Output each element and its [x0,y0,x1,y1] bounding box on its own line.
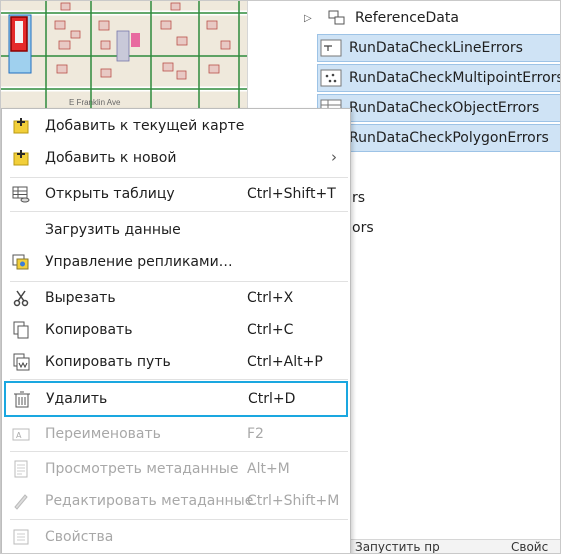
menu-view-metadata[interactable]: Просмотреть метаданные Alt+M [3,454,349,484]
menu-open-table[interactable]: Открыть таблицу Ctrl+Shift+T [3,179,349,209]
menu-edit-metadata[interactable]: Редактировать метаданные Ctrl+Shift+M [3,486,349,516]
menu-shortcut: Ctrl+Alt+P [247,354,323,370]
trash-icon [14,391,30,408]
menu-item-label: Удалить [46,391,108,407]
menu-item-label: Копировать [45,322,133,338]
svg-text:A: A [16,431,22,440]
add-data-icon [13,150,29,166]
menu-shortcut: F2 [247,426,264,442]
tree-item-label: RunDataCheckPolygonErrors [349,130,549,146]
menu-shortcut: Ctrl+X [247,290,294,306]
pencil-icon [14,494,28,510]
menu-item-label: Открыть таблицу [45,186,175,202]
menu-rename[interactable]: A Переименовать F2 [3,419,349,449]
menu-load-data[interactable]: Загрузить данные [3,215,349,245]
context-menu: Добавить к текущей карте Добавить к ново… [1,108,351,553]
menu-separator [10,211,348,212]
menu-item-label: Управление репликами… [45,254,233,270]
submenu-chevron-icon: › [331,148,337,166]
menu-copy-path[interactable]: Копировать путь Ctrl+Alt+P [3,347,349,377]
menu-manage-replicas[interactable]: Управление репликами… [3,247,349,277]
menu-shortcut: Alt+M [247,461,290,477]
map-view[interactable]: E Franklin Ave [1,1,247,109]
menu-shortcut: Ctrl+D [248,391,296,407]
menu-properties[interactable]: Свойства [3,522,349,552]
menu-separator [10,379,348,380]
street-label: E Franklin Ave [69,98,121,107]
menu-item-label: Добавить к текущей карте [45,118,245,134]
menu-shortcut: Ctrl+Shift+M [247,493,340,509]
metadata-icon [14,460,28,478]
tree-item-label: ReferenceData [355,10,459,26]
menu-separator [10,451,348,452]
menu-separator [10,519,348,520]
menu-item-label: Переименовать [45,426,161,442]
menu-item-label: Просмотреть метаданные [45,461,239,477]
rename-icon: A [12,428,30,441]
scissors-icon [13,290,29,307]
menu-item-label: Вырезать [45,290,116,306]
tree-item-label: RunDataCheckLineErrors [349,40,523,56]
tree-item-multipoint-errors[interactable]: RunDataCheckMultipointErrors [318,64,561,92]
menu-shortcut: Ctrl+C [247,322,294,338]
add-data-icon [13,118,29,134]
copy-path-icon [13,353,30,371]
replica-icon [12,254,29,270]
menu-item-label: Свойства [45,529,114,545]
menu-cut[interactable]: Вырезать Ctrl+X [3,283,349,313]
tree-item-label: RunDataCheckMultipointErrors [349,70,561,86]
tree-item-object-errors[interactable]: RunDataCheckObjectErrors [318,94,539,122]
menu-copy[interactable]: Копировать Ctrl+C [3,315,349,345]
line-featureclass-icon [320,39,342,57]
menu-shortcut: Ctrl+Shift+T [247,186,336,202]
tree-item-line-errors[interactable]: RunDataCheckLineErrors [318,34,523,62]
window-frame: E Franklin Ave ▷ ReferenceData RunDataCh… [0,0,561,554]
expand-chevron-icon[interactable]: ▷ [304,13,314,24]
copy-icon [13,321,29,339]
tree-item-partial-label: rs [352,190,366,206]
multipoint-featureclass-icon [320,69,342,87]
tree-item-partial-label: ors [352,220,374,236]
menu-add-to-current-map[interactable]: Добавить к текущей карте [3,111,349,141]
menu-separator [10,281,348,282]
tree-item-label: RunDataCheckObjectErrors [349,100,540,116]
run-tool-label[interactable]: Запустить пр [355,540,440,553]
tree-item-polygon-errors[interactable]: RunDataCheckPolygonErrors [318,124,549,152]
properties-tab-label[interactable]: Свойс [511,540,548,553]
menu-separator [10,177,348,178]
menu-item-label: Редактировать метаданные [45,493,254,509]
menu-delete[interactable]: Удалить Ctrl+D [4,381,348,417]
menu-item-label: Добавить к новой [45,150,177,166]
properties-icon [13,529,29,545]
menu-item-label: Копировать путь [45,354,171,370]
tree-item-referencedata[interactable]: ▷ ReferenceData [248,4,459,32]
attribute-table-icon [12,186,30,203]
dataset-group-icon [328,10,345,25]
menu-add-to-new[interactable]: Добавить к новой › [3,143,349,173]
bottom-tool-strip: Запустить пр Свойс [351,539,560,553]
menu-item-label: Загрузить данные [45,222,181,238]
